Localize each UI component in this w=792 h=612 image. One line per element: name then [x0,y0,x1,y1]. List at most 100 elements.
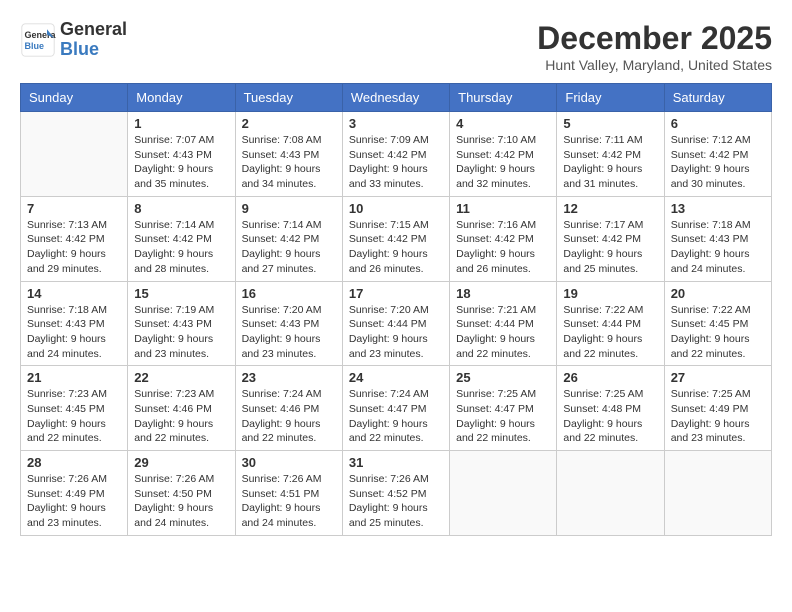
calendar-cell: 21 Sunrise: 7:23 AMSunset: 4:45 PMDayligh… [21,366,128,451]
day-number: 9 [242,201,336,216]
calendar-cell: 11 Sunrise: 7:16 AMSunset: 4:42 PMDayligh… [450,196,557,281]
calendar-week-2: 7 Sunrise: 7:13 AMSunset: 4:42 PMDaylight… [21,196,772,281]
calendar-cell: 26 Sunrise: 7:25 AMSunset: 4:48 PMDayligh… [557,366,664,451]
day-info: Sunrise: 7:14 AMSunset: 4:42 PMDaylight:… [134,218,228,277]
day-number: 20 [671,286,765,301]
logo-icon: General Blue [20,22,56,58]
day-info: Sunrise: 7:17 AMSunset: 4:42 PMDaylight:… [563,218,657,277]
day-info: Sunrise: 7:15 AMSunset: 4:42 PMDaylight:… [349,218,443,277]
day-number: 13 [671,201,765,216]
calendar-col-wednesday: Wednesday [342,84,449,112]
day-info: Sunrise: 7:18 AMSunset: 4:43 PMDaylight:… [27,303,121,362]
day-info: Sunrise: 7:26 AMSunset: 4:49 PMDaylight:… [27,472,121,531]
day-number: 29 [134,455,228,470]
calendar-header-row: SundayMondayTuesdayWednesdayThursdayFrid… [21,84,772,112]
calendar-cell: 8Sunrise: 7:14 AMSunset: 4:42 PMDaylight… [128,196,235,281]
day-info: Sunrise: 7:25 AMSunset: 4:47 PMDaylight:… [456,387,550,446]
day-info: Sunrise: 7:12 AMSunset: 4:42 PMDaylight:… [671,133,765,192]
calendar-cell: 20Sunrise: 7:22 AMSunset: 4:45 PMDayligh… [664,281,771,366]
day-number: 7 [27,201,121,216]
day-info: Sunrise: 7:24 AMSunset: 4:47 PMDaylight:… [349,387,443,446]
day-info: Sunrise: 7:25 AMSunset: 4:48 PMDaylight:… [563,387,657,446]
calendar-cell: 5 Sunrise: 7:11 AMSunset: 4:42 PMDaylight… [557,112,664,197]
calendar-col-thursday: Thursday [450,84,557,112]
calendar-table: SundayMondayTuesdayWednesdayThursdayFrid… [20,83,772,536]
day-info: Sunrise: 7:26 AMSunset: 4:52 PMDaylight:… [349,472,443,531]
calendar-col-monday: Monday [128,84,235,112]
day-number: 12 [563,201,657,216]
day-number: 16 [242,286,336,301]
calendar-cell [21,112,128,197]
title-block: December 2025 Hunt Valley, Maryland, Uni… [537,20,772,73]
calendar-week-4: 21 Sunrise: 7:23 AMSunset: 4:45 PMDayligh… [21,366,772,451]
day-number: 25 [456,370,550,385]
calendar-week-5: 28 Sunrise: 7:26 AMSunset: 4:49 PMDayligh… [21,451,772,536]
day-info: Sunrise: 7:10 AMSunset: 4:42 PMDaylight:… [456,133,550,192]
calendar-cell: 16 Sunrise: 7:20 AMSunset: 4:43 PMDayligh… [235,281,342,366]
calendar-cell: 22 Sunrise: 7:23 AMSunset: 4:46 PMDayligh… [128,366,235,451]
day-number: 11 [456,201,550,216]
day-number: 5 [563,116,657,131]
calendar-cell: 7 Sunrise: 7:13 AMSunset: 4:42 PMDaylight… [21,196,128,281]
calendar-cell: 4Sunrise: 7:10 AMSunset: 4:42 PMDaylight… [450,112,557,197]
calendar-cell: 28 Sunrise: 7:26 AMSunset: 4:49 PMDayligh… [21,451,128,536]
calendar-cell: 9 Sunrise: 7:14 AMSunset: 4:42 PMDaylight… [235,196,342,281]
calendar-cell: 14 Sunrise: 7:18 AMSunset: 4:43 PMDayligh… [21,281,128,366]
day-number: 30 [242,455,336,470]
day-info: Sunrise: 7:18 AMSunset: 4:43 PMDaylight:… [671,218,765,277]
calendar-cell: 24 Sunrise: 7:24 AMSunset: 4:47 PMDayligh… [342,366,449,451]
calendar-cell [557,451,664,536]
calendar-cell: 1Sunrise: 7:07 AMSunset: 4:43 PMDaylight… [128,112,235,197]
day-number: 3 [349,116,443,131]
day-info: Sunrise: 7:13 AMSunset: 4:42 PMDaylight:… [27,218,121,277]
day-number: 18 [456,286,550,301]
day-info: Sunrise: 7:23 AMSunset: 4:45 PMDaylight:… [27,387,121,446]
calendar-col-sunday: Sunday [21,84,128,112]
day-info: Sunrise: 7:19 AMSunset: 4:43 PMDaylight:… [134,303,228,362]
day-info: Sunrise: 7:09 AMSunset: 4:42 PMDaylight:… [349,133,443,192]
calendar-cell: 19 Sunrise: 7:22 AMSunset: 4:44 PMDayligh… [557,281,664,366]
day-number: 28 [27,455,121,470]
day-number: 14 [27,286,121,301]
calendar-cell: 12 Sunrise: 7:17 AMSunset: 4:42 PMDayligh… [557,196,664,281]
calendar-cell: 13 Sunrise: 7:18 AMSunset: 4:43 PMDayligh… [664,196,771,281]
calendar-cell: 2Sunrise: 7:08 AMSunset: 4:43 PMDaylight… [235,112,342,197]
calendar-col-tuesday: Tuesday [235,84,342,112]
day-number: 22 [134,370,228,385]
day-number: 21 [27,370,121,385]
location: Hunt Valley, Maryland, United States [537,57,772,73]
day-number: 27 [671,370,765,385]
calendar-cell: 23 Sunrise: 7:24 AMSunset: 4:46 PMDayligh… [235,366,342,451]
calendar-cell [450,451,557,536]
day-info: Sunrise: 7:26 AMSunset: 4:50 PMDaylight:… [134,472,228,531]
day-number: 19 [563,286,657,301]
day-info: Sunrise: 7:16 AMSunset: 4:42 PMDaylight:… [456,218,550,277]
day-info: Sunrise: 7:11 AMSunset: 4:42 PMDaylight:… [563,133,657,192]
calendar-col-friday: Friday [557,84,664,112]
calendar-week-1: 1Sunrise: 7:07 AMSunset: 4:43 PMDaylight… [21,112,772,197]
calendar-week-3: 14 Sunrise: 7:18 AMSunset: 4:43 PMDayligh… [21,281,772,366]
logo: General Blue General Blue [20,20,127,60]
day-info: Sunrise: 7:24 AMSunset: 4:46 PMDaylight:… [242,387,336,446]
month-title: December 2025 [537,20,772,57]
calendar-cell: 15Sunrise: 7:19 AMSunset: 4:43 PMDayligh… [128,281,235,366]
day-info: Sunrise: 7:26 AMSunset: 4:51 PMDaylight:… [242,472,336,531]
calendar-cell: 27Sunrise: 7:25 AMSunset: 4:49 PMDayligh… [664,366,771,451]
day-number: 6 [671,116,765,131]
day-number: 23 [242,370,336,385]
day-info: Sunrise: 7:20 AMSunset: 4:44 PMDaylight:… [349,303,443,362]
day-number: 17 [349,286,443,301]
day-info: Sunrise: 7:23 AMSunset: 4:46 PMDaylight:… [134,387,228,446]
calendar-cell: 31 Sunrise: 7:26 AMSunset: 4:52 PMDayligh… [342,451,449,536]
logo-blue-text: Blue [60,39,99,59]
day-number: 26 [563,370,657,385]
day-number: 24 [349,370,443,385]
day-info: Sunrise: 7:14 AMSunset: 4:42 PMDaylight:… [242,218,336,277]
svg-text:Blue: Blue [25,41,45,51]
day-number: 31 [349,455,443,470]
day-info: Sunrise: 7:08 AMSunset: 4:43 PMDaylight:… [242,133,336,192]
logo-general-text: General [60,19,127,39]
day-info: Sunrise: 7:20 AMSunset: 4:43 PMDaylight:… [242,303,336,362]
day-info: Sunrise: 7:22 AMSunset: 4:44 PMDaylight:… [563,303,657,362]
calendar-cell: 29 Sunrise: 7:26 AMSunset: 4:50 PMDayligh… [128,451,235,536]
